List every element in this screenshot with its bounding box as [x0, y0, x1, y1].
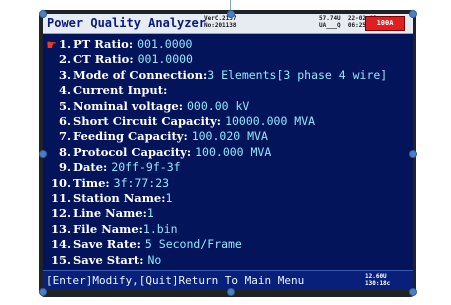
setting-value: 001.0000 [137, 52, 193, 67]
resize-handle-bottom-left[interactable] [39, 288, 47, 296]
setting-number: 15. [50, 252, 71, 267]
version-line-2: No:201138 [204, 22, 237, 29]
setting-row[interactable]: 11. Station Name:1 [43, 191, 413, 205]
setting-label: Current Input: [73, 83, 168, 98]
setting-value: 001.0000 [137, 37, 193, 51]
battery-line-1: 12.60U [365, 273, 387, 280]
setting-number: 12. [50, 206, 71, 221]
setting-number: 2. [58, 52, 71, 67]
setting-label: Nominal voltage: 000.00 kV [73, 98, 250, 113]
setting-row[interactable]: 6. Short Circuit Capacity: 10000.000 MVA [43, 114, 413, 128]
setting-value: 3f:77:23 [113, 175, 170, 190]
setting-number: 14. [50, 237, 71, 252]
setting-row[interactable]: 12. Line Name:1 [43, 206, 413, 220]
resize-handle-bottom-right[interactable] [409, 288, 417, 296]
setting-row[interactable]: 15. Save Start: No [43, 253, 413, 267]
setting-number: 1. [58, 37, 71, 51]
footer-bar: [Enter]Modify,[Quit]Return To Main Menu … [43, 270, 413, 290]
setting-label: PT Ratio: 001.0000 [73, 37, 193, 51]
setting-row[interactable]: 14. Save Rate: 5 Second/Frame [43, 237, 413, 251]
footer-hint: [Enter]Modify,[Quit]Return To Main Menu [46, 274, 305, 287]
setting-number: 7. [58, 129, 71, 144]
setting-label: Feeding Capacity: 100.020 MVA [73, 129, 268, 144]
app-title: Power Quality Analyzer [47, 16, 206, 30]
setting-value: 10000.000 MVA [225, 114, 316, 128]
setting-number: 3. [58, 67, 71, 82]
resize-handle-middle-left[interactable] [39, 150, 47, 158]
resize-handle-middle-right[interactable] [409, 150, 417, 158]
resize-handle-bottom-center[interactable] [227, 288, 235, 296]
setting-label: File Name:1.bin [73, 221, 178, 236]
resize-handle-top-left[interactable] [39, 10, 47, 18]
setting-row[interactable]: 5. Nominal voltage: 000.00 kV [43, 99, 413, 113]
setting-label: Save Rate: 5 Second/Frame [73, 237, 242, 252]
setting-row[interactable]: 4. Current Input: [43, 83, 413, 97]
setting-row[interactable]: 9. Date: 20ff-9f-3f [43, 160, 413, 174]
setting-value: 3 Elements[3 phase 4 wire] [207, 67, 388, 82]
setting-number: 9. [58, 160, 71, 175]
setting-label: CT Ratio: 001.0000 [73, 52, 193, 67]
setting-number: 13. [50, 221, 71, 236]
setting-row[interactable]: 2. CT Ratio: 001.0000 [43, 52, 413, 66]
setting-value: 5 Second/Frame [144, 237, 242, 252]
setting-value: 000.00 kV [187, 98, 250, 113]
resize-handle-top-right[interactable] [409, 10, 417, 18]
setting-row[interactable]: 10. Time: 3f:77:23 [43, 176, 413, 190]
setting-value: 1.bin [142, 221, 178, 236]
battery-readout: 12.60U 130:18c [365, 273, 390, 287]
setting-value: 100.020 MVA [191, 129, 268, 144]
battery-line-2: 130:18c [365, 280, 391, 287]
setting-value: No [147, 252, 162, 267]
setting-row[interactable]: 8. Protocol Capacity: 100.000 MVA [43, 145, 413, 159]
setting-label: Save Start: No [73, 252, 162, 267]
setting-number: 10. [50, 175, 71, 190]
setting-value: 20ff-9f-3f [111, 160, 181, 175]
setting-label: Date: 20ff-9f-3f [73, 160, 181, 175]
setting-row[interactable]: 7. Feeding Capacity: 100.020 MVA [43, 129, 413, 143]
setting-number: 4. [58, 83, 71, 98]
setting-number: 11. [50, 191, 71, 205]
setting-label: Protocol Capacity: 100.000 MVA [73, 144, 272, 159]
setting-number: 5. [58, 98, 71, 113]
analyzer-screen: Power Quality Analyzer VerC.2157 No:2011… [43, 14, 413, 290]
resize-handle-top-center[interactable] [227, 10, 235, 18]
setting-number: 6. [58, 114, 71, 128]
setting-label: Time: 3f:77:23 [73, 175, 170, 190]
setting-value: 1 [146, 206, 154, 221]
setting-label: Mode of Connection:3 Elements[3 phase 4 … [73, 67, 388, 82]
setting-label: Line Name:1 [73, 206, 154, 221]
setting-label: Station Name:1 [73, 191, 173, 205]
setting-row[interactable]: 3. Mode of Connection:3 Elements[3 phase … [43, 68, 413, 82]
setting-value: 1 [165, 191, 173, 205]
setting-row[interactable]: 13. File Name:1.bin [43, 222, 413, 236]
setting-label: Short Circuit Capacity: 10000.000 MVA [73, 114, 316, 128]
setting-row[interactable]: 1. PT Ratio: 001.0000 [43, 37, 413, 51]
setting-number: 8. [58, 144, 71, 159]
setting-value: 100.000 MVA [195, 144, 272, 159]
current-range-badge: 100A [365, 16, 405, 31]
